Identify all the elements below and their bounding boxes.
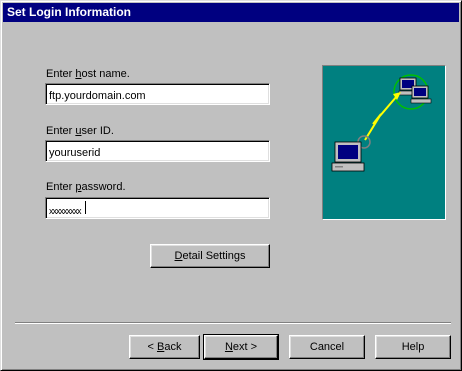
back-button[interactable]: < Back xyxy=(129,335,200,359)
password-input[interactable] xyxy=(45,197,270,219)
host-label: Enter host name. xyxy=(46,68,130,80)
detail-settings-button[interactable]: Detail Settings xyxy=(150,244,270,268)
illustration-svg xyxy=(331,74,432,172)
remote-server-icon xyxy=(393,74,432,110)
local-computer-icon xyxy=(331,141,365,172)
password-label: Enter password. xyxy=(46,181,126,193)
help-button[interactable]: Help xyxy=(375,335,451,359)
dialog-title: Set Login Information xyxy=(3,3,459,22)
host-name-input[interactable] xyxy=(45,83,270,105)
text-caret xyxy=(85,201,86,214)
button-separator xyxy=(15,322,451,324)
user-label: Enter user ID. xyxy=(46,125,114,137)
connection-lightning-icon xyxy=(357,92,401,149)
user-id-input[interactable] xyxy=(45,140,270,162)
cancel-button[interactable]: Cancel xyxy=(289,335,365,359)
next-button[interactable]: Next > xyxy=(203,334,279,360)
connection-illustration xyxy=(322,65,446,220)
login-dialog: Set Login Information Enter host name. E… xyxy=(0,0,462,371)
